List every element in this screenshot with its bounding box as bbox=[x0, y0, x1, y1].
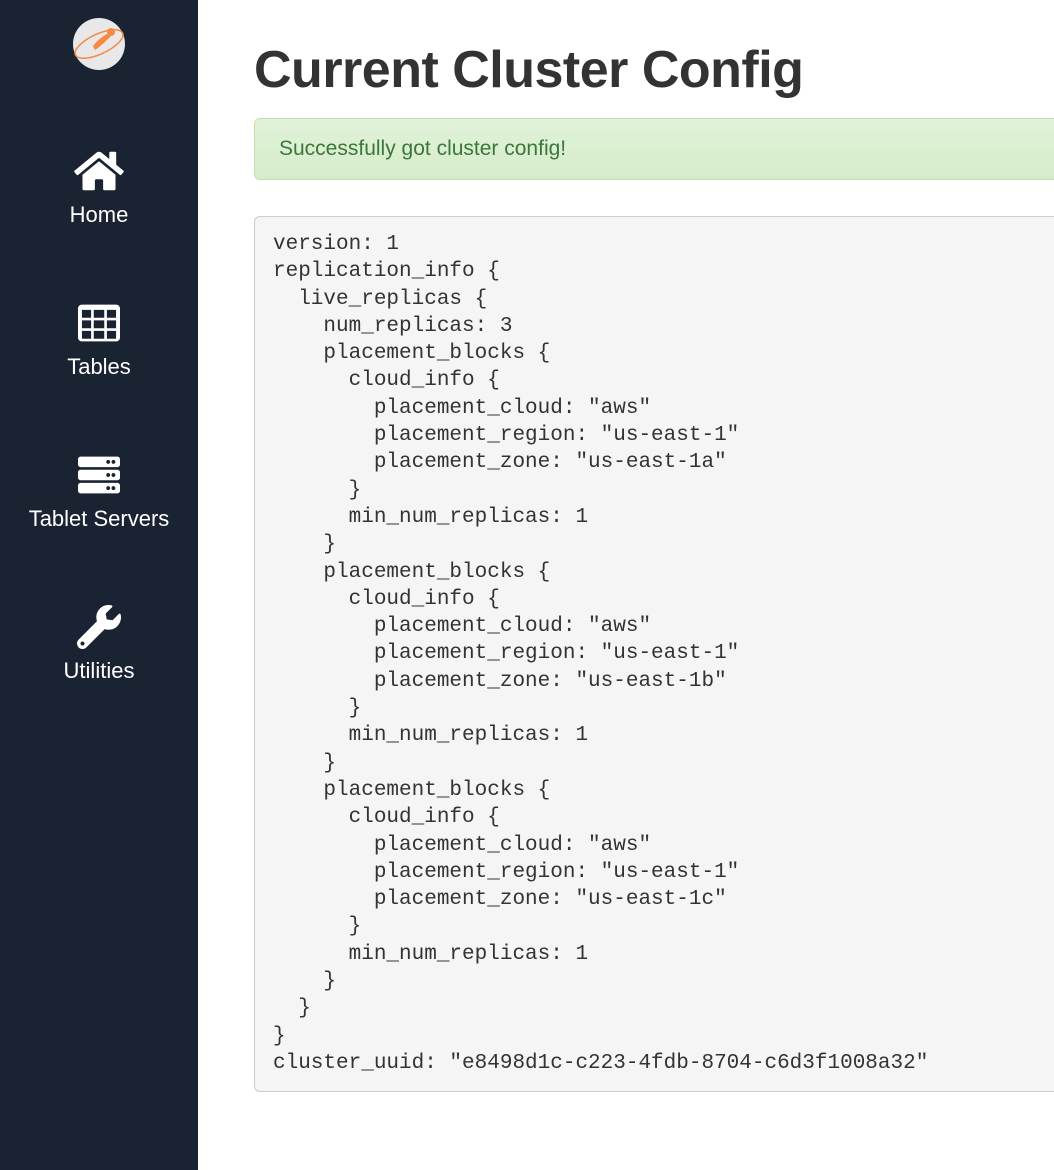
app-logo[interactable] bbox=[71, 16, 127, 72]
sidebar-item-label: Home bbox=[70, 202, 129, 228]
table-icon bbox=[71, 302, 127, 344]
config-output: version: 1 replication_info { live_repli… bbox=[254, 216, 1054, 1092]
server-icon bbox=[71, 454, 127, 496]
alert-message: Successfully got cluster config! bbox=[279, 137, 566, 160]
wrench-icon bbox=[71, 606, 127, 648]
sidebar-item-utilities[interactable]: Utilities bbox=[0, 588, 198, 702]
sidebar-item-home[interactable]: Home bbox=[0, 132, 198, 246]
success-alert: Successfully got cluster config! bbox=[254, 118, 1054, 180]
main-content: Current Cluster Config Successfully got … bbox=[198, 0, 1054, 1170]
sidebar: Home Tables Tablet Servers Utilities bbox=[0, 0, 198, 1170]
home-icon bbox=[71, 150, 127, 192]
page-title: Current Cluster Config bbox=[254, 40, 1054, 100]
sidebar-item-label: Tables bbox=[67, 354, 131, 380]
sidebar-item-tablet-servers[interactable]: Tablet Servers bbox=[0, 436, 198, 550]
sidebar-item-label: Tablet Servers bbox=[29, 506, 170, 532]
sidebar-item-tables[interactable]: Tables bbox=[0, 284, 198, 398]
sidebar-item-label: Utilities bbox=[64, 658, 135, 684]
